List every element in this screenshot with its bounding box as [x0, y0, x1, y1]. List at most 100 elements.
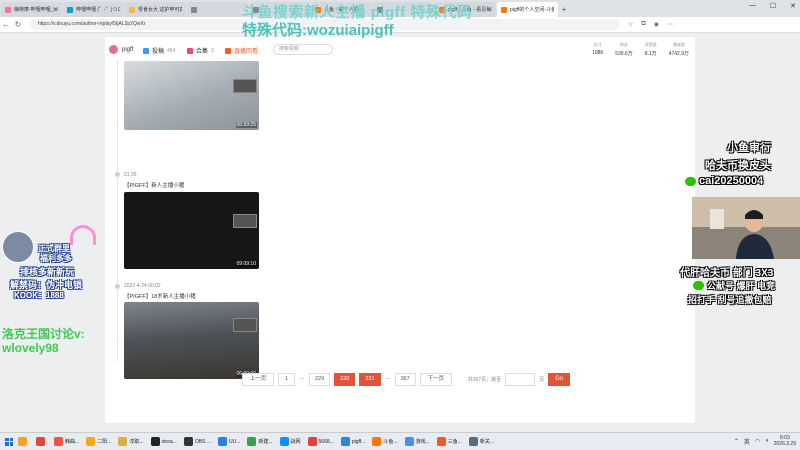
- page-button[interactable]: 1: [278, 373, 295, 386]
- taskbar-app-label: OBS ...: [194, 438, 211, 445]
- tab-title: pigff的个人空间-斗鱼视: [510, 7, 554, 13]
- overlay-right-line5: 公献号 爆肝 电竞: [707, 281, 776, 291]
- page-body: pigff 投稿 454 合集 3 直播回看 搜索视频 关注 1986 粉丝 5…: [0, 33, 800, 432]
- app-icon: [247, 437, 257, 446]
- taskbar-app[interactable]: UU...: [216, 435, 242, 449]
- stat-fans: 粉丝 539.6万: [615, 42, 633, 57]
- browser-tab[interactable]: 嗨特摩-哔哩哔哩_bilibili: [1, 2, 62, 17]
- taskbar-app[interactable]: 斗鱼...: [370, 435, 399, 449]
- taskbar-app[interactable]: [16, 435, 31, 449]
- page-button[interactable]: 229: [309, 373, 331, 386]
- taskbar-app[interactable]: 韩曲...: [52, 435, 81, 449]
- video-thumbnail[interactable]: 06:59:25: [124, 61, 259, 130]
- taskbar-app[interactable]: 新建...: [245, 435, 274, 449]
- stat-plays: 播放量 4742.9万: [669, 42, 689, 57]
- browser-tab[interactable]: [187, 2, 248, 17]
- taskbar-app-label: 新关...: [479, 439, 495, 445]
- close-icon[interactable]: ✕: [790, 2, 796, 10]
- taskbar-app-label: 二阳...: [97, 439, 112, 445]
- page-button-hover[interactable]: 231: [359, 373, 381, 386]
- ime-indicator[interactable]: 英: [744, 437, 750, 446]
- overlay-right-line4: 代肝哈夫币 部门 3X3: [680, 268, 774, 279]
- nav-uploads[interactable]: 投稿 454: [143, 46, 175, 55]
- new-tab-button[interactable]: +: [558, 2, 570, 17]
- tab-title: 嗨特摩-哔哩哔哩_bilibili: [14, 7, 58, 13]
- author-name: pigff: [122, 46, 134, 53]
- prev-page-button[interactable]: 上一页: [242, 373, 274, 386]
- video-thumbnail[interactable]: 06:00:00: [124, 302, 259, 379]
- taskbar-app[interactable]: pigff...: [339, 435, 368, 449]
- video-title[interactable]: 【PIGFF】18岁新人主播小猪: [124, 292, 196, 300]
- upload-icon: [143, 47, 149, 54]
- go-button[interactable]: Go: [548, 373, 571, 386]
- stat-label: 获赞量: [644, 42, 657, 47]
- chevron-up-icon[interactable]: ⌃: [734, 438, 739, 445]
- page-ellipsis: ...: [299, 373, 305, 386]
- taskbar-app-label: 韩曲...: [65, 439, 80, 445]
- nav-collections[interactable]: 合集 3: [187, 46, 214, 55]
- video-title[interactable]: 【PIGFF】新人主播小猪: [124, 181, 184, 189]
- browser-tab[interactable]: 零食女大 这护甲可真抗: [125, 2, 186, 17]
- taskbar-app-label: pigff...: [351, 438, 366, 445]
- taskbar-app[interactable]: 淳职...: [116, 435, 145, 449]
- taskbar-app-label: 斗鱼...: [383, 439, 398, 445]
- taskbar-app[interactable]: 战网: [278, 435, 303, 449]
- tab-favicon-icon: [129, 6, 135, 13]
- page-button-current[interactable]: 230: [334, 373, 356, 386]
- taskbar-app[interactable]: [34, 435, 49, 449]
- taskbar-app[interactable]: 游戏...: [403, 435, 432, 449]
- taskbar-app[interactable]: 新关...: [467, 435, 496, 449]
- taskbar-app[interactable]: OBS ...: [182, 435, 213, 449]
- maximize-icon[interactable]: ☐: [770, 2, 776, 10]
- bookmark-icon[interactable]: ☆: [628, 21, 633, 28]
- taskbar-app-label: 5668...: [318, 438, 334, 445]
- wechat-icon: [685, 176, 696, 186]
- menu-icon[interactable]: ⋯: [667, 21, 673, 28]
- video-thumbnail[interactable]: 09:09:10: [124, 192, 259, 269]
- app-icon: [468, 437, 478, 446]
- webcam-scene: [692, 197, 800, 259]
- back-icon[interactable]: ←: [0, 20, 12, 29]
- facecam-overlay: [233, 318, 257, 332]
- page-button[interactable]: 367: [394, 373, 416, 386]
- timeline-line: [117, 61, 118, 361]
- taskbar-app[interactable]: 三鱼...: [435, 435, 464, 449]
- minimize-icon[interactable]: —: [749, 2, 756, 10]
- timeline-dot: [115, 172, 120, 177]
- profile-icon[interactable]: ◉: [654, 21, 659, 28]
- search-input[interactable]: 搜索视频: [273, 44, 333, 55]
- overlay-right-wechat: cai20250004: [685, 175, 763, 187]
- volume-icon[interactable]: ◖: [765, 438, 769, 444]
- overlay-right-line3: cai20250004: [699, 175, 764, 187]
- app-icon: [279, 437, 289, 446]
- taskbar-app[interactable]: 二阳...: [84, 435, 113, 449]
- tab-favicon-icon: [191, 6, 197, 13]
- next-page-button[interactable]: 下一页: [419, 373, 452, 386]
- avatar[interactable]: [109, 45, 118, 54]
- overlay-green-line1: 洛克王国讨论v:: [2, 327, 85, 341]
- browser-tab[interactable]: pigff的个人空间-斗鱼视: [497, 2, 558, 17]
- stat-follow: 关注 1986: [592, 42, 603, 57]
- tab-title: 哔哩哔哩 (゜-゜)つロ 干杯: [76, 7, 120, 13]
- video-duration: 09:09:10: [235, 261, 257, 267]
- taskbar-app-label: 战网: [290, 439, 301, 445]
- taskbar-app[interactable]: 5668...: [306, 435, 336, 449]
- taskbar-app[interactable]: strea...: [149, 435, 179, 449]
- tab-favicon-icon: [5, 6, 11, 13]
- app-icon: [372, 437, 382, 446]
- wifi-icon[interactable]: ◠: [755, 438, 760, 445]
- reload-icon[interactable]: ↻: [12, 20, 24, 29]
- webcam-feed: [692, 197, 800, 259]
- nav-live-replay[interactable]: 直播回看: [225, 46, 258, 55]
- page-jump-input[interactable]: [505, 373, 536, 386]
- windows-start-icon[interactable]: [5, 437, 13, 446]
- facecam-overlay: [233, 214, 257, 228]
- clock[interactable]: 8:03 2026.3.29: [774, 435, 796, 447]
- extensions-icon[interactable]: ⧉: [641, 21, 645, 28]
- overlay-right-gzh: 公献号 爆肝 电竞: [693, 279, 775, 292]
- rainbow-icon: [70, 225, 96, 245]
- browser-tab[interactable]: 哔哩哔哩 (゜-゜)つロ 干杯: [63, 2, 124, 17]
- author-info[interactable]: pigff: [109, 45, 133, 54]
- page-unit: 页: [539, 377, 545, 383]
- tab-favicon-icon: [67, 6, 73, 13]
